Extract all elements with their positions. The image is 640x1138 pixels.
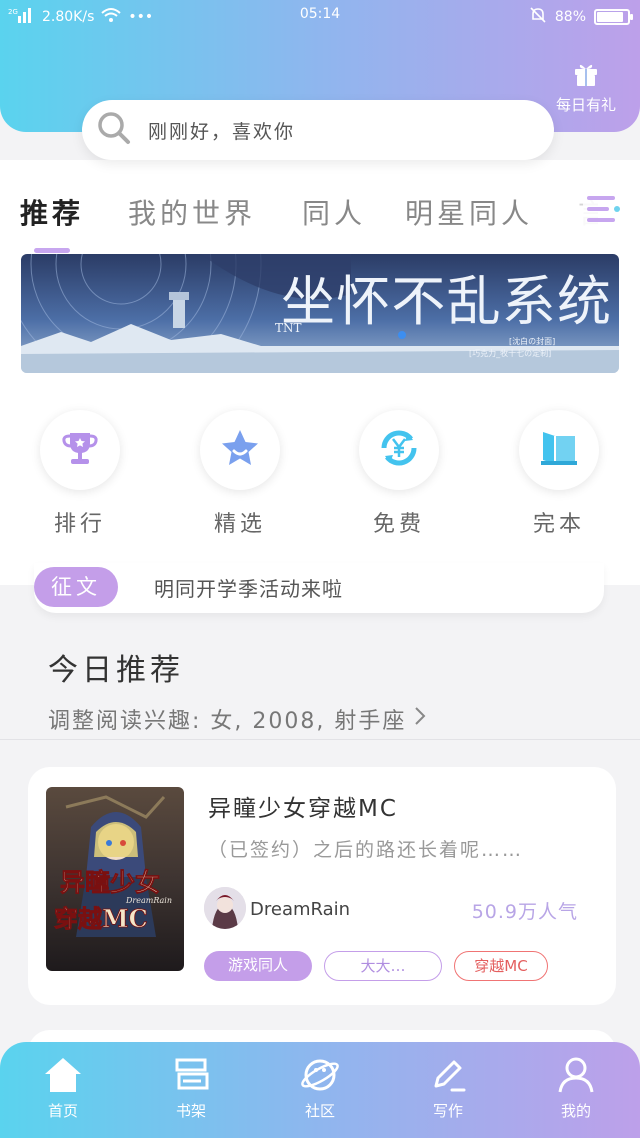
- book-description: （已签约）之后的路还长着呢……: [208, 839, 524, 861]
- book-tag[interactable]: 游戏同人: [204, 951, 312, 981]
- category-tabs: 推荐 我的世界 同人 明星同人 言: [0, 186, 640, 236]
- nav-profile[interactable]: 我的: [531, 1056, 621, 1121]
- bottom-navigation: 首页 书架 社区 写作 我的: [0, 1042, 640, 1138]
- nav-bookshelf[interactable]: 书架: [146, 1056, 236, 1121]
- banner-title: 坐怀不乱系统: [281, 270, 611, 333]
- tab-menu-icon[interactable]: [583, 192, 623, 230]
- bookshelf-icon: [146, 1056, 236, 1094]
- tab-my-world[interactable]: 我的世界: [128, 192, 256, 232]
- completed-label: 完本: [532, 512, 585, 537]
- search-bar[interactable]: 刚刚好，喜欢你: [82, 100, 554, 160]
- gift-icon: [546, 60, 626, 88]
- chevron-right-icon: [412, 705, 428, 733]
- nav-write-label: 写作: [432, 1102, 463, 1120]
- nav-community[interactable]: 社区: [275, 1056, 365, 1121]
- mute-bell-icon: [529, 6, 547, 28]
- battery-percent: 88%: [554, 9, 586, 25]
- planet-icon: [275, 1056, 365, 1094]
- book-title[interactable]: 异瞳少女穿越MC: [208, 789, 398, 823]
- search-input[interactable]: 刚刚好，喜欢你: [148, 117, 295, 144]
- book-icon: [538, 427, 580, 473]
- promo-banner[interactable]: TNT 坐怀不乱系统 [沈白の封面] [巧克力_牧十七の定制]: [21, 254, 619, 373]
- book-cover[interactable]: 异瞳少女 穿越MC DreamRain: [46, 787, 184, 971]
- nav-profile-label: 我的: [560, 1102, 591, 1120]
- book-tag[interactable]: 大大…: [324, 951, 442, 981]
- announcement-bar[interactable]: 征文 明同开学季活动来啦: [34, 563, 604, 613]
- author-avatar[interactable]: [204, 887, 246, 929]
- nav-community-label: 社区: [304, 1102, 335, 1120]
- section-divider: [0, 739, 640, 740]
- announcement-tag: 征文: [34, 567, 118, 607]
- featured-button[interactable]: 精选: [200, 410, 280, 538]
- tab-fanfic[interactable]: 同人: [302, 192, 366, 232]
- tab-recommend[interactable]: 推荐: [20, 192, 84, 232]
- adjust-interest-text: 调整阅读兴趣: 女, 2008, 射手座: [48, 709, 407, 734]
- banner-credit-2: [巧克力_牧十七の定制]: [469, 348, 551, 358]
- nav-write[interactable]: 写作: [403, 1056, 493, 1121]
- user-icon: [531, 1056, 621, 1094]
- book-card[interactable]: 异瞳少女 穿越MC DreamRain 异瞳少女穿越MC （已签约）之后的路还长…: [28, 767, 616, 1005]
- banner-credit-1: [沈白の封面]: [509, 336, 555, 346]
- trophy-icon: [61, 429, 99, 471]
- star-icon: [219, 427, 261, 473]
- completed-button[interactable]: 完本: [519, 410, 599, 538]
- section-title: 今日推荐: [48, 653, 184, 688]
- pen-icon: [403, 1056, 493, 1094]
- status-bar: 2G 2.80K/s ••• 05:14 88%: [0, 0, 640, 32]
- home-icon: [18, 1056, 108, 1094]
- cover-title-line1: 异瞳少女: [60, 868, 160, 897]
- tab-star-fanfic[interactable]: 明星同人: [405, 192, 533, 232]
- battery-icon: [594, 9, 633, 25]
- featured-label: 精选: [213, 512, 266, 537]
- gift-label: 每日有礼: [555, 96, 616, 114]
- announcement-text[interactable]: 明同开学季活动来啦: [154, 573, 343, 602]
- free-label: 免费: [372, 512, 425, 537]
- yen-refresh-icon: [378, 427, 420, 473]
- popularity-count: 50.9万人气: [471, 901, 578, 923]
- nav-home-label: 首页: [47, 1102, 78, 1120]
- active-tab-indicator: [34, 248, 70, 253]
- nav-home[interactable]: 首页: [18, 1056, 108, 1121]
- daily-gift-button[interactable]: 每日有礼: [546, 60, 626, 115]
- search-icon: [96, 110, 148, 150]
- book-tag[interactable]: 穿越MC: [454, 951, 548, 981]
- author-name[interactable]: DreamRain: [250, 899, 350, 920]
- ranking-button[interactable]: 排行: [40, 410, 120, 538]
- cover-signature: DreamRain: [125, 896, 172, 905]
- free-button[interactable]: 免费: [359, 410, 439, 538]
- ranking-label: 排行: [53, 512, 106, 537]
- cover-title-line2: 穿越MC: [54, 904, 148, 933]
- nav-bookshelf-label: 书架: [175, 1102, 206, 1120]
- category-shortcuts: 排行 精选 免费 完本: [0, 410, 640, 540]
- adjust-interest-link[interactable]: 调整阅读兴趣: 女, 2008, 射手座: [48, 703, 428, 735]
